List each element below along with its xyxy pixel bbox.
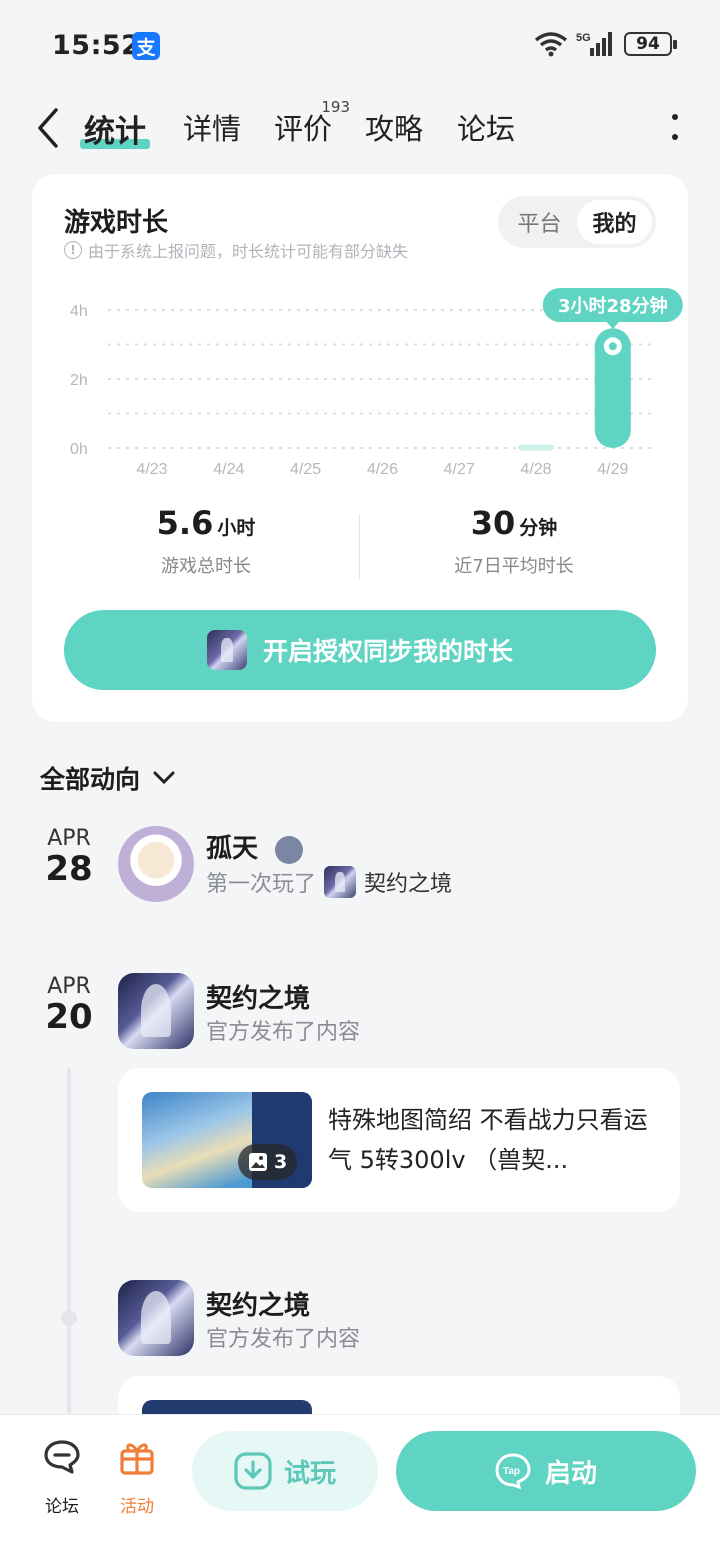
entry-subtitle: 官方发布了内容: [206, 1020, 361, 1045]
game-icon: [324, 866, 357, 898]
alipay-notification-icon: 支: [132, 32, 160, 60]
playtime-title: 游戏时长: [64, 208, 169, 238]
tooltip-pointer: [605, 321, 620, 329]
tab-details[interactable]: 详情: [183, 106, 241, 148]
tab-stats[interactable]: 统计: [80, 106, 150, 151]
bottom-action-bar: 论坛 活动 试玩 Tap 启动: [0, 1414, 720, 1558]
publisher-name[interactable]: 契约之境: [206, 1285, 310, 1322]
sync-playtime-button[interactable]: 开启授权同步我的时长: [64, 610, 656, 690]
entry-date: APR 20: [45, 974, 93, 1037]
timeline-line: [67, 1068, 71, 1428]
activity-nav-button[interactable]: 活动: [107, 1437, 167, 1517]
playtime-note: ! 由于系统上报问题，时长统计可能有部分缺失: [64, 238, 408, 262]
y-tick-label: 2h: [70, 372, 88, 389]
x-tick-label: 4/28: [520, 461, 551, 478]
segment-mine[interactable]: 我的: [577, 200, 652, 244]
game-icon: [206, 630, 247, 670]
game-avatar[interactable]: [118, 1280, 194, 1356]
x-tick-label: 4/26: [367, 461, 398, 478]
try-play-button[interactable]: 试玩: [192, 1431, 378, 1511]
playtime-bar-chart: 0h 2h 4h 4/23 4/24 4/25 4/26 4/27 4/28 4/29 3小时28分…: [70, 288, 683, 478]
entry-subtitle: 第一次玩了 契约之境: [206, 866, 452, 898]
playtime-card: 游戏时长 ! 由于系统上报问题，时长统计可能有部分缺失 平台 我的 0h 2h 4h…: [32, 174, 688, 722]
source-toggle: 平台 我的: [498, 196, 656, 248]
entry-date: APR 28: [45, 826, 93, 889]
image-icon: [249, 1153, 267, 1171]
segment-platform[interactable]: 平台: [502, 200, 577, 244]
tab-reviews[interactable]: 评价 193: [274, 98, 350, 148]
highlight-value-label: 3小时28分钟: [558, 295, 668, 317]
gift-icon: [120, 1443, 154, 1475]
post-title: 特殊地图简绍 不看战力只看运气 5转300lv （兽契...: [328, 1106, 648, 1174]
y-tick-label: 4h: [70, 303, 88, 320]
x-tick-label: 4/27: [444, 461, 475, 478]
total-playtime: 5.6 小时 游戏总时长: [156, 504, 256, 577]
tab-guides[interactable]: 攻略: [365, 106, 423, 148]
post-thumbnail: 3: [142, 1092, 312, 1188]
playtime-stats: 5.6 小时 游戏总时长 30 分钟 近7日平均时长: [32, 504, 688, 584]
download-icon: [234, 1452, 272, 1490]
bar: [518, 444, 554, 451]
x-tick-label: 4/24: [213, 461, 244, 478]
chevron-down-icon: [153, 771, 175, 785]
post-card[interactable]: 3 特殊地图简绍 不看战力只看运气 5转300lv （兽契...: [118, 1068, 680, 1212]
highlight-marker-inner: [608, 342, 617, 351]
publisher-name[interactable]: 契约之境: [206, 978, 310, 1015]
tab-forum[interactable]: 论坛: [457, 106, 515, 148]
back-arrow-icon[interactable]: [30, 106, 66, 150]
forum-nav-button[interactable]: 论坛: [32, 1437, 92, 1517]
user-name[interactable]: 孤天: [206, 828, 304, 865]
entry-subtitle: 官方发布了内容: [206, 1327, 361, 1352]
svg-text:5G: 5G: [576, 32, 591, 44]
cellular-signal-icon: 5G: [576, 32, 612, 56]
y-tick-label: 0h: [70, 441, 88, 458]
image-count-badge: 3: [238, 1144, 298, 1180]
stats-divider: [359, 514, 360, 580]
x-tick-label: 4/23: [136, 461, 167, 478]
chat-bubble-icon: [44, 1440, 80, 1474]
svg-text:Tap: Tap: [503, 1466, 520, 1477]
x-tick-label: 4/25: [290, 461, 321, 478]
x-tick-label: 4/29: [597, 461, 628, 478]
thumbs-up-badge-icon: [275, 835, 304, 864]
review-count-badge: 193: [321, 98, 351, 116]
more-options-icon[interactable]: [670, 112, 680, 142]
info-icon: !: [64, 241, 82, 259]
feed-filter[interactable]: 全部动向: [40, 760, 176, 796]
user-avatar[interactable]: [118, 826, 194, 902]
status-time: 15:52: [52, 30, 141, 61]
wifi-icon: [534, 32, 568, 57]
launch-button[interactable]: Tap 启动: [396, 1431, 696, 1511]
status-bar: 15:52 支 5G 94: [0, 0, 720, 92]
timeline-dot: [61, 1310, 77, 1326]
top-tab-bar: 统计 详情 评价 193 攻略 论坛: [0, 92, 720, 172]
battery-icon: 94: [624, 32, 677, 56]
game-avatar[interactable]: [118, 973, 194, 1049]
taptap-logo-icon: Tap: [495, 1453, 531, 1489]
average-playtime: 30 分钟 近7日平均时长: [454, 504, 574, 577]
